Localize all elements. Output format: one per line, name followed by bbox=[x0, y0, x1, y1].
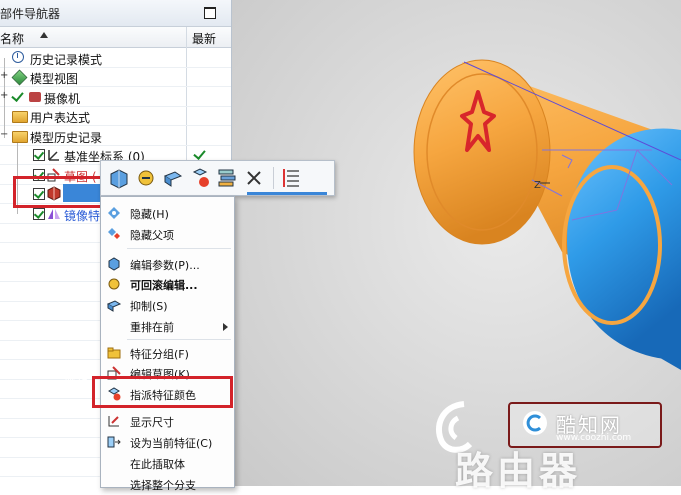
mini-toolbar bbox=[100, 160, 335, 196]
menu-item-label: 选择整个分支 bbox=[130, 479, 196, 492]
tree-item-history-mode[interactable]: 历史记录模式 bbox=[0, 48, 231, 67]
hide-icon bbox=[108, 207, 120, 219]
folder-icon bbox=[107, 347, 121, 359]
menu-item-show-dimensions[interactable]: 显示尺寸 bbox=[101, 411, 234, 431]
feature-color-icon[interactable] bbox=[188, 166, 212, 190]
tree-item-user-expressions[interactable]: 用户表达式 bbox=[0, 106, 231, 125]
menu-item-label: 显示尺寸 bbox=[130, 416, 174, 429]
clock-icon bbox=[12, 51, 24, 63]
watermark-big-text: 路由器 bbox=[455, 449, 582, 493]
submenu-arrow-icon bbox=[223, 323, 228, 331]
sort-ascending-icon[interactable] bbox=[40, 32, 48, 38]
tree-item-model-views[interactable]: + 模型视图 bbox=[0, 67, 231, 86]
rollback-edit-icon bbox=[108, 278, 120, 290]
menu-item-label: 抑制(S) bbox=[130, 300, 168, 313]
menu-item-label: 隐藏父项 bbox=[130, 229, 174, 242]
navigator-title: 部件导航器 bbox=[0, 7, 61, 21]
check-icon bbox=[11, 89, 24, 102]
menu-item-label: 编辑参数(P)... bbox=[130, 259, 200, 272]
menu-item-label: 隐藏(H) bbox=[130, 208, 169, 221]
menu-item-suppress[interactable]: 抑制(S) bbox=[101, 295, 234, 315]
highlight-box-revolve bbox=[13, 176, 108, 208]
tree-item-label: 摄像机 bbox=[44, 92, 81, 106]
tree-item-label: 模型视图 bbox=[30, 72, 79, 86]
tree-item-label: 镜像特 bbox=[64, 209, 101, 223]
menu-separator bbox=[127, 339, 231, 340]
latest-check-icon bbox=[193, 147, 206, 160]
menu-item-label: 特征分组(F) bbox=[130, 348, 189, 361]
axis-z-label: Z bbox=[534, 180, 541, 191]
tree-item-label: 模型历史记录 bbox=[30, 131, 103, 145]
menu-item-label: 重排在前 bbox=[130, 321, 174, 334]
expand-icon[interactable]: + bbox=[0, 91, 8, 101]
datum-csys-icon bbox=[48, 150, 59, 161]
watermark-c-logo-icon bbox=[523, 411, 547, 435]
menu-separator bbox=[127, 248, 231, 249]
column-name-header[interactable]: 名称 bbox=[0, 30, 24, 47]
column-header: 名称 最新 bbox=[0, 27, 231, 48]
menu-item-rollback-edit[interactable]: 可回滚编辑... bbox=[101, 274, 234, 294]
collapse-icon[interactable]: − bbox=[0, 130, 8, 140]
camera-icon bbox=[29, 92, 41, 102]
suppress-icon[interactable] bbox=[161, 166, 185, 190]
context-menu: 隐藏(H) 隐藏父项 编辑参数(P)... 可回滚编辑... 抑制(S) 重排在… bbox=[100, 196, 235, 492]
make-current-icon bbox=[107, 436, 121, 448]
menu-item-label: 可回滚编辑... bbox=[130, 279, 198, 292]
menu-item-label: 在此插取体 bbox=[130, 458, 185, 471]
edit-params-icon bbox=[108, 257, 120, 271]
toolbar-accent-bar bbox=[247, 192, 327, 195]
menu-item-hide-parents[interactable]: 隐藏父项 bbox=[101, 224, 234, 244]
menu-item-reorder-before[interactable]: 重排在前 bbox=[101, 316, 234, 336]
delete-icon[interactable] bbox=[242, 166, 266, 190]
rollback-edit-icon[interactable] bbox=[134, 166, 158, 190]
mirror-icon bbox=[48, 209, 60, 219]
show-dimensions-icon bbox=[108, 416, 119, 427]
open-folder-icon bbox=[12, 131, 28, 143]
tree-item-model-history[interactable]: − 模型历史记录 bbox=[0, 126, 231, 146]
visibility-checkbox[interactable] bbox=[33, 208, 45, 220]
folder-icon bbox=[12, 111, 28, 123]
maximize-icon[interactable] bbox=[204, 7, 216, 19]
toolbar-separator bbox=[273, 167, 274, 189]
menu-item-feature-group[interactable]: 特征分组(F) bbox=[101, 343, 234, 363]
menu-item-make-current[interactable]: 设为当前特征(C) bbox=[101, 432, 234, 452]
edit-params-icon[interactable] bbox=[107, 166, 131, 190]
visibility-checkbox[interactable] bbox=[33, 149, 45, 161]
list-options-icon[interactable] bbox=[281, 166, 305, 190]
expand-icon[interactable]: + bbox=[0, 71, 8, 81]
tree-item-label: 历史记录模式 bbox=[30, 53, 103, 67]
menu-item-extract-body-here[interactable]: 在此插取体 bbox=[101, 453, 234, 473]
menu-item-hide[interactable]: 隐藏(H) bbox=[101, 203, 234, 223]
reorder-icon[interactable] bbox=[215, 166, 239, 190]
menu-item-select-branch[interactable]: 选择整个分支 bbox=[101, 474, 234, 494]
tree-item-label: 用户表达式 bbox=[30, 111, 91, 125]
menu-item-edit-parameters[interactable]: 编辑参数(P)... bbox=[101, 254, 234, 274]
suppress-icon bbox=[107, 300, 121, 312]
model-view-icon bbox=[11, 69, 28, 86]
menu-item-label: 设为当前特征(C) bbox=[130, 437, 213, 450]
hide-parents-icon bbox=[108, 228, 120, 239]
tree-item-camera[interactable]: + 摄像机 bbox=[0, 87, 231, 106]
navigator-title-bar: 部件导航器 bbox=[0, 0, 231, 27]
highlight-box-assign-color bbox=[92, 376, 233, 408]
column-latest-header[interactable]: 最新 bbox=[192, 30, 216, 47]
orange-cylinder-end bbox=[413, 59, 551, 245]
